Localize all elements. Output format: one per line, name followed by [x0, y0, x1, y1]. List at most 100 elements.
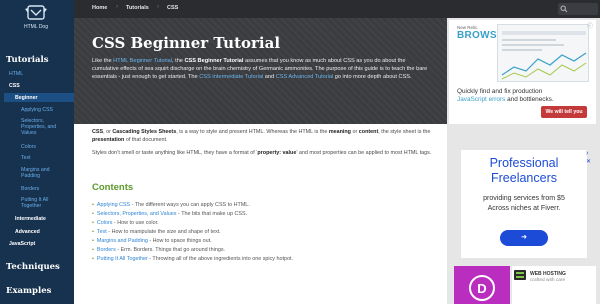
bullet-icon: •	[92, 220, 94, 226]
toc-link-borders[interactable]: Borders	[97, 247, 116, 253]
toc-link-margins-padding[interactable]: Margins and Padding	[97, 238, 148, 244]
intro-text: and	[263, 74, 276, 81]
logo-text: HTML Dog	[24, 24, 48, 30]
toc-link-putting-together[interactable]: Putting It All Together	[97, 256, 148, 262]
dog-logo-icon	[25, 5, 47, 20]
newrelic-screenshot	[497, 24, 589, 82]
sidebar-item-intermediate[interactable]: Intermediate	[15, 216, 46, 222]
intro-bold: CSS Beginner Tutorial	[184, 58, 244, 64]
text: Styles don’t smell or taste anything lik…	[92, 150, 258, 156]
bullet-icon: •	[92, 211, 94, 217]
toc-link-text[interactable]: Text	[97, 229, 107, 235]
fiverr-title: Professional Freelancers	[461, 156, 587, 186]
toc-description: - The different ways you can apply CSS t…	[130, 202, 250, 208]
sidebar-heading-techniques[interactable]: Techniques	[6, 262, 60, 272]
sidebar-item-html[interactable]: HTML	[9, 71, 23, 77]
sidebar-item-beginner[interactable]: Beginner	[15, 95, 37, 101]
sidebar: HTML Dog Tutorials HTML CSS Beginner App…	[0, 0, 74, 304]
htmldog-logo[interactable]: HTML Dog	[14, 4, 58, 40]
sidebar-item-colors[interactable]: Colors	[21, 144, 36, 150]
toc-description: - How to space things out.	[147, 238, 212, 244]
toc-link-applying-css[interactable]: Applying CSS	[97, 202, 130, 208]
text-bold: CSS	[92, 129, 104, 135]
link-html-beginner[interactable]: HTML Beginner Tutorial	[113, 58, 172, 64]
sidebar-item-css[interactable]: CSS	[9, 83, 20, 89]
list-item: • Applying CSS - The different ways you c…	[92, 202, 250, 208]
text: , or	[103, 129, 113, 135]
list-item: • Colors - How to use color.	[92, 220, 159, 226]
text: or	[350, 129, 359, 135]
toc-link-selectors[interactable]: Selectors, Properties, and Values	[97, 211, 177, 217]
breadcrumb-css[interactable]: CSS	[167, 5, 178, 11]
sidebar-item-margins-padding[interactable]: Margins and Padding	[21, 167, 61, 179]
sidebar-item-putting-together[interactable]: Putting It All Together	[21, 197, 59, 209]
paragraph-css-definition: CSS, or Cascading Styles Sheets, is a wa…	[92, 128, 432, 144]
hosting-title: WEB HOSTING	[530, 271, 566, 277]
sidebar-item-borders[interactable]: Borders	[21, 186, 39, 192]
ad-fiverr[interactable]: Professional Freelancers providing servi…	[461, 150, 587, 258]
page-title: CSS Beginner Tutorial	[92, 34, 281, 52]
fiverr-sub-line: Across niches at Fiverr.	[487, 205, 561, 212]
contents-heading: Contents	[92, 182, 134, 193]
fiverr-title-line: Freelancers	[491, 171, 557, 185]
ad-newrelic[interactable]: New Relic. BROWSER Quickly find and fix …	[449, 20, 596, 124]
intro-text: go into more depth about CSS.	[333, 74, 412, 81]
ad-wordpress-theme[interactable]: D	[454, 266, 510, 304]
svg-text:D: D	[477, 281, 486, 296]
text: , the style sheet is the	[378, 129, 431, 135]
text-bold: presentation	[92, 137, 125, 144]
search-input[interactable]	[558, 3, 598, 15]
search-icon[interactable]	[560, 5, 568, 13]
hosting-subtitle: crafted with care	[530, 278, 566, 283]
page-header: CSS Beginner Tutorial Like the HTML Begi…	[74, 18, 447, 124]
sidebar-heading-examples[interactable]: Examples	[6, 286, 51, 296]
sidebar-item-applying-css[interactable]: Applying CSS	[21, 107, 53, 113]
bullet-icon: •	[92, 202, 94, 208]
intro-text: , the	[172, 58, 185, 64]
list-item: • Margins and Padding - How to space thin…	[92, 238, 212, 244]
breadcrumb-separator: ›	[157, 4, 159, 10]
theme-logo-icon: D	[469, 275, 495, 301]
ad-web-hosting[interactable]: WEB HOSTING crafted with care	[512, 266, 596, 304]
intro-text: Like the	[92, 58, 114, 64]
adchoices-icon[interactable]: ›	[586, 150, 588, 157]
text-bold: meaning	[328, 129, 351, 135]
toc-link-colors[interactable]: Colors	[97, 220, 113, 226]
toc-description: - How to use color.	[112, 220, 159, 226]
newrelic-tagline-2: JavaScript errors and bottlenecks.	[457, 96, 554, 103]
ad-info-icon[interactable]: ⓘ	[587, 21, 593, 30]
breadcrumb: Home › Tutorials › CSS	[74, 0, 600, 18]
sidebar-heading-tutorials: Tutorials	[6, 55, 49, 65]
fiverr-subtitle: providing services from $5 Across niches…	[461, 194, 587, 214]
breadcrumb-separator: ›	[116, 4, 118, 10]
intro-paragraph: Like the HTML Beginner Tutorial, the CSS…	[92, 57, 432, 81]
main-content: CSS, or Cascading Styles Sheets, is a wa…	[74, 124, 447, 304]
hosting-logo-icon	[514, 270, 526, 280]
breadcrumb-home[interactable]: Home	[92, 5, 107, 11]
fiverr-title-line: Professional	[489, 156, 559, 170]
newrelic-tagline-1: Quickly find and fix production	[457, 88, 543, 95]
paragraph-css-format: Styles don’t smell or taste anything lik…	[92, 149, 432, 157]
bullet-icon: •	[92, 256, 94, 262]
sidebar-item-advanced[interactable]: Advanced	[15, 229, 40, 235]
fiverr-arrow-button[interactable]: ➜	[500, 230, 548, 246]
bullet-icon: •	[92, 229, 94, 235]
newrelic-tagline-rest: and bottlenecks.	[505, 96, 554, 103]
link-css-advanced[interactable]: CSS Advanced Tutorial	[276, 74, 334, 80]
toc-description: - How to manipulate the size and shape o…	[106, 229, 221, 235]
list-item: • Borders - Erm. Borders. Things that go …	[92, 247, 225, 253]
newrelic-highlight: JavaScript errors	[457, 96, 506, 103]
toc-description: - Erm. Borders. Things that go around th…	[115, 247, 226, 253]
breadcrumb-tutorials[interactable]: Tutorials	[126, 5, 149, 11]
sidebar-item-selectors[interactable]: Selectors, Properties, and Values	[21, 118, 67, 137]
text-bold: property: value	[257, 150, 297, 156]
list-item: • Text - How to manipulate the size and s…	[92, 229, 221, 235]
sidebar-item-javascript[interactable]: JavaScript	[9, 241, 35, 247]
newrelic-cta-button[interactable]: We will tell you	[541, 106, 587, 118]
bullet-icon: •	[92, 247, 94, 253]
toc-description: - Throwing all of the above ingredients …	[147, 256, 293, 262]
text-bold: content	[358, 129, 379, 135]
close-ad-icon[interactable]: ✕	[586, 158, 591, 165]
sidebar-item-text[interactable]: Text	[21, 155, 31, 161]
link-css-intermediate[interactable]: CSS Intermediate Tutorial	[199, 74, 263, 80]
